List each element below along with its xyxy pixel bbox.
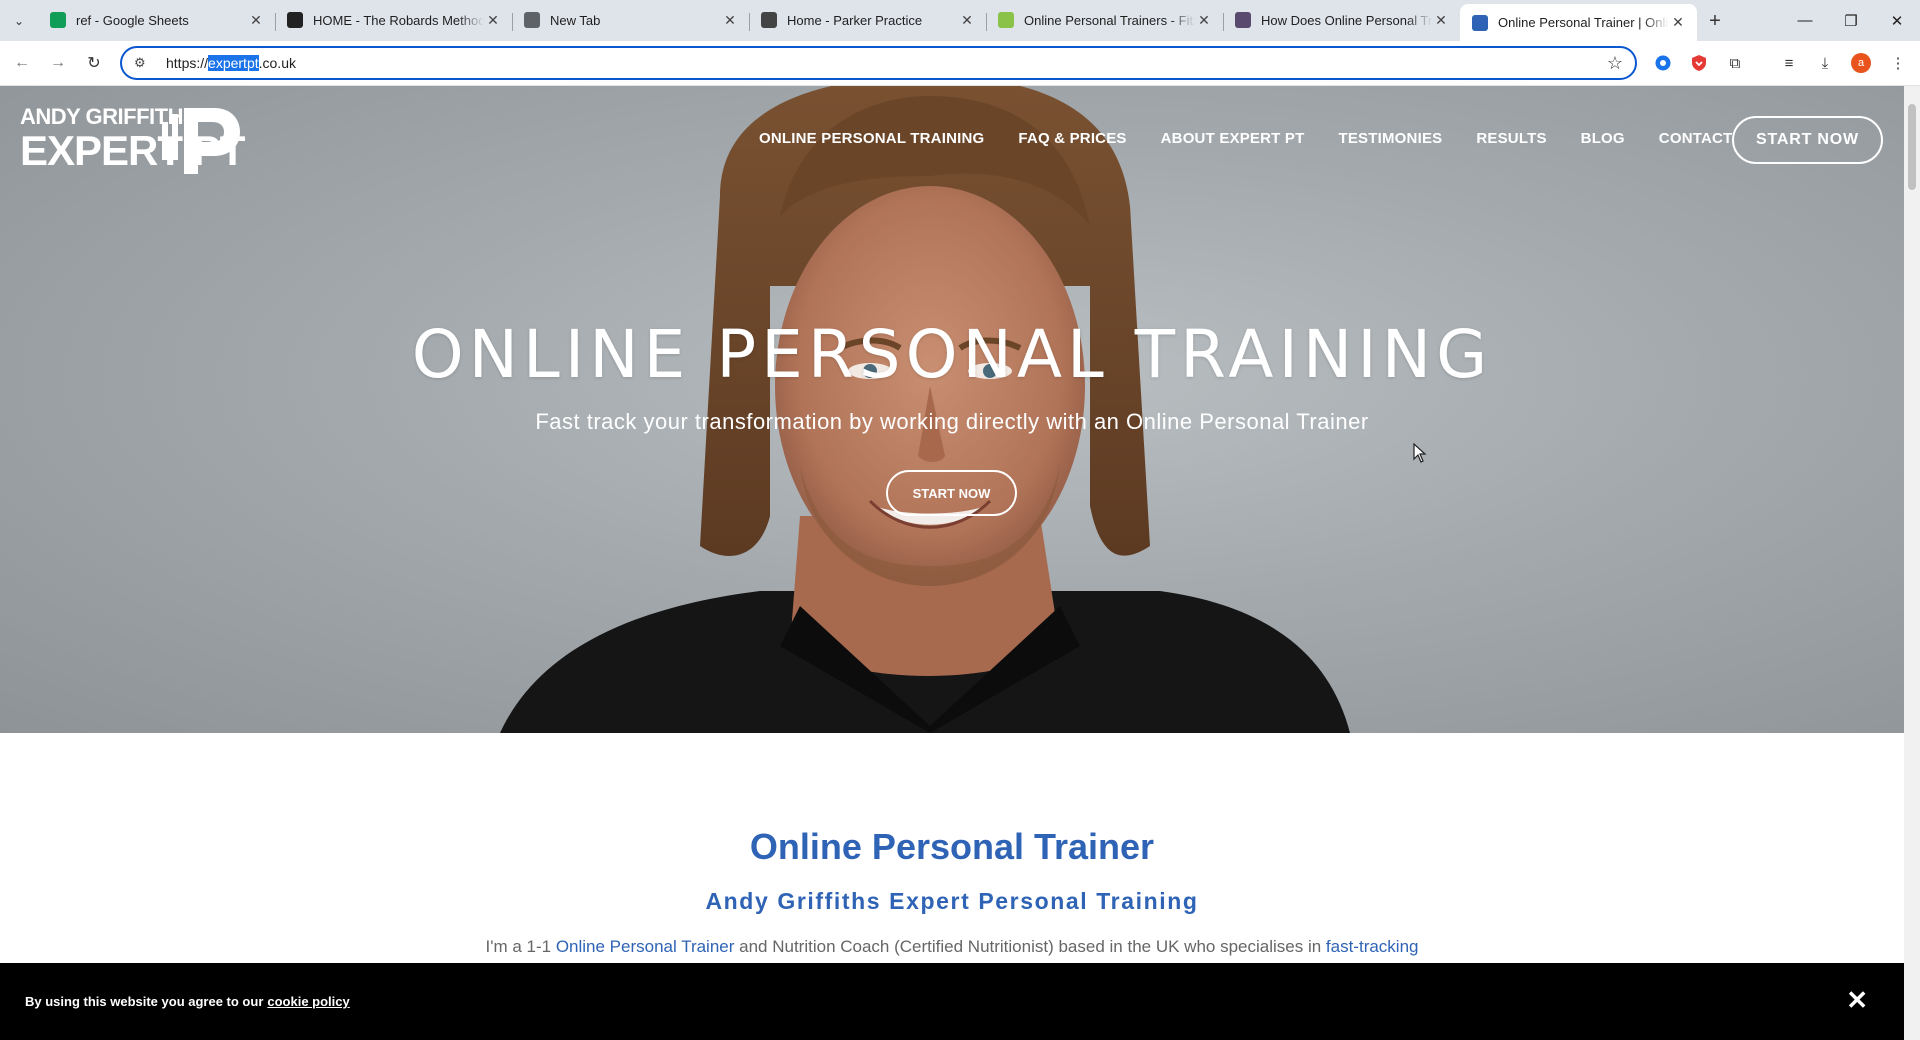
forward-icon[interactable]: →	[40, 45, 76, 81]
site-logo[interactable]: ANDY GRIFFITHS EXPERT PT	[20, 106, 245, 174]
parker-icon	[761, 12, 777, 28]
cookie-policy-link[interactable]: cookie policy	[267, 994, 349, 1009]
tab-close-icon[interactable]: ✕	[721, 12, 739, 29]
nav-link-faq-prices[interactable]: FAQ & PRICES	[1018, 130, 1126, 147]
cookie-text: By using this website you agree to our	[25, 994, 264, 1009]
shield-extension-icon[interactable]	[1685, 49, 1713, 77]
browser-tab[interactable]: Online Personal Trainers - Fitne ✕	[986, 3, 1224, 37]
tab-title: ref - Google Sheets	[76, 12, 189, 28]
browser-tab[interactable]: Online Personal Trainer | Online ✕	[1460, 4, 1697, 41]
tab-title: HOME - The Robards Method	[313, 12, 484, 28]
tab-close-icon[interactable]: ✕	[484, 12, 502, 29]
page-scrollbar[interactable]	[1904, 86, 1920, 1040]
tab-close-icon[interactable]: ✕	[1669, 14, 1687, 31]
restore-icon[interactable]: ❐	[1828, 0, 1874, 41]
download-icon[interactable]: ⤓	[1811, 49, 1839, 77]
tab-list: ref - Google Sheets ✕ HOME - The Robards M…	[38, 3, 1697, 41]
main-navigation: ONLINE PERSONAL TRAINING FAQ & PRICES ABOU…	[759, 130, 1766, 147]
tab-close-icon[interactable]: ✕	[1195, 12, 1213, 29]
nav-link-online-personal-training[interactable]: ONLINE PERSONAL TRAINING	[759, 130, 984, 147]
tab-title: New Tab	[550, 12, 601, 28]
sheets-icon	[50, 12, 66, 28]
bookmark-star-icon[interactable]: ☆	[1607, 53, 1623, 74]
profile-avatar[interactable]: a	[1847, 49, 1875, 77]
nav-link-blog[interactable]: BLOG	[1581, 130, 1625, 147]
section-subtitle: Andy Griffiths Expert Personal Training	[705, 888, 1199, 914]
logo-p-mark-icon	[162, 108, 240, 174]
nav-link-about-expert-pt[interactable]: ABOUT EXPERT PT	[1161, 130, 1305, 147]
browser-tab[interactable]: New Tab ✕	[512, 3, 750, 37]
minimize-icon[interactable]: —	[1782, 0, 1828, 41]
close-window-icon[interactable]: ✕	[1874, 0, 1920, 41]
cookie-close-icon[interactable]: ✕	[1846, 985, 1868, 1016]
extension-globe-icon[interactable]	[1649, 49, 1677, 77]
nav-link-contact[interactable]: CONTACT	[1659, 130, 1733, 147]
extensions-puzzle-icon[interactable]: ⧉	[1721, 49, 1749, 77]
back-icon[interactable]: ←	[4, 45, 40, 81]
tab-close-icon[interactable]: ✕	[958, 12, 976, 29]
nav-link-results[interactable]: RESULTS	[1476, 130, 1546, 147]
hero-title: ONLINE PERSONAL TRAINING	[411, 316, 1493, 393]
nav-link-testimonies[interactable]: TESTIMONIES	[1338, 130, 1442, 147]
trm-icon	[287, 12, 303, 28]
tab-title: How Does Online Personal Trai	[1261, 12, 1432, 28]
nav-start-now-button[interactable]: START NOW	[1732, 116, 1883, 164]
window-controls: — ❐ ✕	[1782, 0, 1920, 41]
reload-icon[interactable]: ↻	[76, 45, 112, 81]
tab-title: Online Personal Trainer | Online	[1498, 15, 1669, 30]
tab-close-icon[interactable]: ✕	[247, 12, 265, 29]
expertpt-icon	[1472, 14, 1488, 31]
address-bar[interactable]: ⚙ https://expertpt.co.uk ☆	[120, 46, 1637, 80]
media-control-icon[interactable]: ≡	[1775, 49, 1803, 77]
online-personal-trainer-link[interactable]: Online Personal Trainer	[556, 937, 735, 956]
tab-title: Home - Parker Practice	[787, 12, 923, 28]
tab-close-icon[interactable]: ✕	[1432, 12, 1450, 29]
hero-start-now-button[interactable]: START NOW	[886, 470, 1017, 516]
l-icon	[1235, 12, 1251, 28]
browser-tab[interactable]: Home - Parker Practice ✕	[749, 3, 987, 37]
site-info-icon[interactable]: ⚙	[134, 55, 158, 71]
hero-subtitle: Fast track your transformation by workin…	[535, 409, 1369, 434]
section-title: Online Personal Trainer	[749, 826, 1155, 867]
tab-strip: ⌄ ref - Google Sheets ✕ HOME - The Robards…	[0, 0, 1920, 41]
browser-tab[interactable]: How Does Online Personal Trai ✕	[1223, 3, 1460, 37]
new-tab-button[interactable]: +	[1697, 4, 1733, 38]
url-text[interactable]: https://expertpt.co.uk	[166, 55, 296, 71]
browser-menu-icon[interactable]: ⋮	[1884, 49, 1912, 77]
tab-search-icon[interactable]: ⌄	[0, 0, 38, 41]
chrome-icon	[524, 12, 540, 28]
fast-tracking-link[interactable]: fast-tracking	[1326, 937, 1419, 956]
hero-section: ANDY GRIFFITHS EXPERT PT ONLINE PERSONAL…	[0, 86, 1904, 733]
browser-tab[interactable]: ref - Google Sheets ✕	[38, 3, 276, 37]
browser-toolbar: ← → ↻ ⚙ https://expertpt.co.uk ☆ ⧉ ≡ ⤓ a…	[0, 41, 1920, 86]
browser-tab[interactable]: HOME - The Robards Method ✕	[275, 3, 513, 37]
tab-title: Online Personal Trainers - Fitne	[1024, 12, 1195, 28]
web-page: ANDY GRIFFITHS EXPERT PT ONLINE PERSONAL…	[0, 86, 1904, 1040]
fitness-icon	[998, 12, 1014, 28]
scrollbar-thumb[interactable]	[1908, 104, 1916, 190]
mouse-cursor-icon	[1413, 443, 1427, 463]
intro-paragraph: I'm a 1-1 Online Personal Trainer and Nu…	[485, 937, 1419, 956]
cookie-banner: By using this website you agree to our c…	[0, 963, 1904, 1040]
